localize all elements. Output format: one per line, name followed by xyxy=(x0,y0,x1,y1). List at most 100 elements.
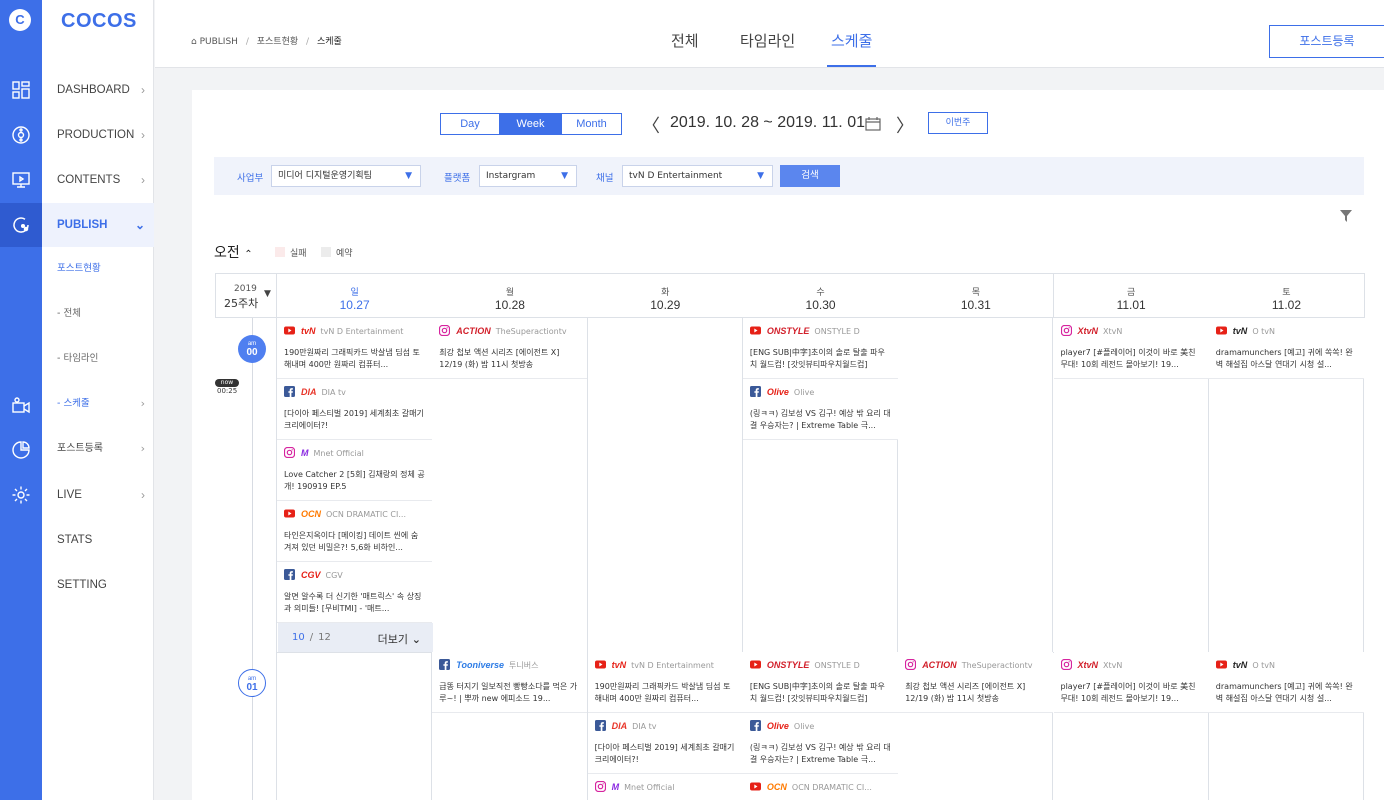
post-card[interactable]: tvN tvN D Entertainment 190만원짜리 그래픽카드 박살냄 … xyxy=(587,652,743,713)
week-selector[interactable]: 2019 25주차 ▼ xyxy=(215,273,277,318)
channel-name: Mnet Official xyxy=(624,783,675,792)
next-week-icon[interactable]: 〉 xyxy=(896,112,914,138)
post-card[interactable]: tvN tvN D Entertainment 190만원짜리 그래픽카드 박살냄 … xyxy=(277,318,432,379)
brand-wordmark[interactable]: COCOS xyxy=(61,10,137,33)
cocos-logo-icon[interactable]: C xyxy=(9,9,31,31)
setting-icon[interactable] xyxy=(11,485,31,505)
facebook-icon xyxy=(749,386,761,397)
post-card[interactable]: Olive Olive (링ㅋㅋ) 김보성 VS 김구! 예상 밖 요리 대결 우승… xyxy=(742,379,898,440)
post-card[interactable]: M Mnet Official xyxy=(587,774,743,800)
post-card[interactable]: ACTION TheSuperactiontv 최강 첩보 액션 시리즈 [에이전트… xyxy=(898,652,1054,713)
period-toggle[interactable]: 오전 ⌃ xyxy=(214,242,253,262)
post-card[interactable]: DIA DIA tv [다이아 페스티벌 2019] 세계최초 갈매기 크리에이터?… xyxy=(587,713,743,774)
more-button[interactable]: 더보기 ⌄ xyxy=(378,631,421,647)
post-title: [ENG SUB|中字]초이의 솔로 탈출 파우치 월드컵! [갓잇뷰티파우치월… xyxy=(749,682,885,703)
day-header-2[interactable]: 화 10.29 xyxy=(587,273,744,318)
timeline-axis xyxy=(252,318,253,800)
dashboard-icon[interactable] xyxy=(11,80,31,100)
post-card[interactable]: ONSTYLE ONSTYLE D [ENG SUB|中字]초이의 솔로 탈출 파우… xyxy=(742,318,898,379)
chevron-down-icon: ⌄ xyxy=(134,218,145,232)
post-title: player7 [#플레이어] 이것이 바로 美친 무대! 10회 레전드 몰아… xyxy=(1060,348,1196,369)
post-card[interactable]: ONSTYLE ONSTYLE D [ENG SUB|中字]초이의 솔로 탈출 파우… xyxy=(742,652,898,713)
post-header: M Mnet Official xyxy=(284,447,425,461)
tab-all[interactable]: 전체 xyxy=(671,30,699,67)
caret-down-icon: ▼ xyxy=(561,171,568,181)
post-header: M Mnet Official xyxy=(594,781,736,795)
day-header-6[interactable]: 토 11.02 xyxy=(1208,273,1366,318)
post-header: ONSTYLE ONSTYLE D xyxy=(749,659,891,673)
channel-name: XtvN xyxy=(1103,661,1123,670)
calendar-icon[interactable] xyxy=(865,116,881,131)
filter-funnel-icon[interactable] xyxy=(1340,207,1352,222)
view-day-button[interactable]: Day xyxy=(440,113,500,135)
post-title: [다이아 페스티벌 2019] 세계최초 갈매기 크리에이터?! xyxy=(594,743,735,764)
breadcrumb-publish[interactable]: PUBLISH xyxy=(200,37,238,47)
menu-live[interactable]: LIVE › xyxy=(42,473,154,517)
channel-name: OCN DRAMATIC CI... xyxy=(326,510,406,519)
breadcrumb-current: 스케줄 xyxy=(316,37,342,47)
production-icon[interactable] xyxy=(11,125,31,145)
submenu-all[interactable]: - 전체 xyxy=(42,304,154,324)
channel-logo: Olive xyxy=(766,721,789,731)
day-date: 11.02 xyxy=(1271,298,1302,312)
submenu-schedule[interactable]: - 스케줄 › xyxy=(42,394,154,414)
breadcrumb-post-status[interactable]: 포스트현황 xyxy=(257,37,298,47)
menu-production[interactable]: PRODUCTION › xyxy=(42,113,154,157)
post-card[interactable]: Tooniverse 투니버스 급똥 터지기 일보직전 빵빵소다를 먹은 가루~! … xyxy=(432,652,588,713)
channel-logo: XtvN xyxy=(1077,326,1099,336)
load-more-bar[interactable]: 10 / 12 더보기 ⌄ xyxy=(278,623,433,652)
platform-select[interactable]: Instargram ▼ xyxy=(479,165,577,187)
menu-publish[interactable]: PUBLISH ⌄ xyxy=(42,203,154,247)
day-date: 10.29 xyxy=(650,298,681,312)
post-card[interactable]: CGV CGV 알면 알수록 더 신기한 '매트릭스' 속 상징과 의미들! [무비… xyxy=(277,562,432,623)
menu-dashboard[interactable]: DASHBOARD › xyxy=(42,68,154,112)
channel-label: 채널 xyxy=(596,173,614,184)
youtube-icon xyxy=(1215,659,1227,670)
post-card[interactable]: M Mnet Official Love Catcher 2 [5회] 김채랑의 정… xyxy=(277,440,432,501)
post-card[interactable]: Olive Olive (링ㅋㅋ) 김보성 VS 김구! 예상 밖 요리 대결 우승… xyxy=(742,713,898,774)
post-header: OCN OCN DRAMATIC CI... xyxy=(749,781,891,795)
post-card[interactable]: XtvN XtvN player7 [#플레이어] 이것이 바로 美친 무대! 10… xyxy=(1053,652,1209,713)
home-icon[interactable]: ⌂ xyxy=(191,37,197,47)
post-card[interactable]: OCN OCN DRAMATIC CI... xyxy=(742,774,898,800)
post-card[interactable]: DIA DIA tv [다이아 페스티벌 2019] 세계최초 갈매기 크리에이터?… xyxy=(277,379,432,440)
day-header-0[interactable]: 일 10.27 xyxy=(277,273,434,318)
menu-contents[interactable]: CONTENTS › xyxy=(42,158,154,202)
menu-setting[interactable]: SETTING xyxy=(42,563,154,607)
day-of-week: 목 xyxy=(971,288,980,298)
day-header-5[interactable]: 금 11.01 xyxy=(1053,273,1210,318)
post-card[interactable]: XtvN XtvN player7 [#플레이어] 이것이 바로 美친 무대! 10… xyxy=(1053,318,1209,379)
post-card[interactable]: tvN O tvN dramamunchers [예고] 귀에 쏙쏙! 완벽 해설집… xyxy=(1208,652,1364,713)
search-button[interactable]: 검색 xyxy=(780,165,840,187)
submenu-timeline[interactable]: - 타임라인 xyxy=(42,349,154,369)
channel-logo: Tooniverse xyxy=(456,660,504,670)
menu-label: PUBLISH xyxy=(57,219,108,231)
tab-schedule[interactable]: 스케줄 xyxy=(827,30,877,67)
live-icon[interactable] xyxy=(11,395,31,415)
this-week-button[interactable]: 이번주 xyxy=(928,112,988,134)
day-header-4[interactable]: 목 10.31 xyxy=(898,273,1055,318)
menu-stats[interactable]: STATS xyxy=(42,518,154,562)
channel-logo: ONSTYLE xyxy=(766,660,810,670)
post-card[interactable]: OCN OCN DRAMATIC CI... 타인은지옥이다 [메이킹] 데이트 씬… xyxy=(277,501,432,562)
contents-icon[interactable] xyxy=(11,170,31,190)
tab-timeline[interactable]: 타임라인 xyxy=(740,30,795,67)
prev-week-icon[interactable]: 〈 xyxy=(642,112,660,138)
instagram-icon xyxy=(594,781,606,793)
view-week-button[interactable]: Week xyxy=(500,113,561,135)
view-month-button[interactable]: Month xyxy=(561,113,622,135)
post-card[interactable]: ACTION TheSuperactiontv 최강 첩보 액션 시리즈 [에이전트… xyxy=(432,318,588,379)
channel-logo: ACTION xyxy=(922,660,957,670)
post-card[interactable]: tvN O tvN dramamunchers [예고] 귀에 쏙쏙! 완벽 해설집… xyxy=(1208,318,1364,379)
channel-select[interactable]: tvN D Entertainment ▼ xyxy=(622,165,773,187)
day-header-3[interactable]: 수 10.30 xyxy=(742,273,900,318)
publish-icon[interactable] xyxy=(11,215,31,235)
submenu-post-register[interactable]: 포스트등록 › xyxy=(42,439,154,459)
caret-down-icon: ▼ xyxy=(757,171,764,181)
submenu-post-status[interactable]: 포스트현황 xyxy=(42,259,154,279)
stats-icon[interactable] xyxy=(11,440,31,460)
division-select[interactable]: 미디어 디지털운영기획팀 ▼ xyxy=(271,165,421,187)
post-title: 타인은지옥이다 [메이킹] 데이트 씬에 숨겨져 있던 비밀은?! 5,6화 비… xyxy=(284,531,419,552)
day-header-1[interactable]: 월 10.28 xyxy=(432,273,589,318)
post-register-button[interactable]: 포스트등록 xyxy=(1269,25,1384,58)
